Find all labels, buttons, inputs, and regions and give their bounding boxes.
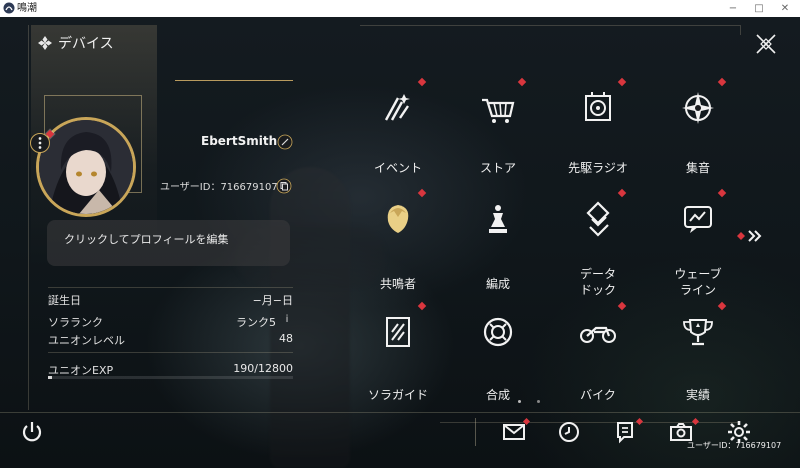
menu-item-label: データ ドック [579,267,616,297]
edit-profile-label: クリックしてプロフィールを編集 [64,233,229,246]
menu-item-bike[interactable]: バイク [550,301,646,411]
synthesis-icon [483,317,513,347]
menu-item-echo[interactable]: 集音 [650,77,746,187]
cart-icon [482,98,515,123]
notification-dot [417,77,427,87]
compass-icon [682,92,714,124]
stats-divider [48,287,293,288]
data-dock-icon [586,201,610,237]
notification-dot [517,77,527,87]
menu-item-label: 編成 [485,277,510,291]
menu-item-sola-guide[interactable]: ソラガイド [350,301,446,411]
window-titlebar: 鳴潮 − □ ✕ [0,0,800,17]
window-title: 鳴潮 [17,3,37,14]
page-dot-active [518,400,521,403]
menu-item-waveline[interactable]: ウェーブ ライン [650,188,746,298]
guide-icon [386,317,410,347]
menu-item-data-dock[interactable]: データ ドック [550,188,646,298]
notification-dot [717,188,727,198]
name-divider [175,80,293,81]
bottom-separator [475,418,476,446]
frame-line-top [360,25,740,26]
notification-dot [617,301,627,311]
union-exp-bar [48,376,293,379]
menu-item-label: 共鳴者 [379,277,416,291]
menu-item-label: 集音 [685,161,710,175]
notification-dot [617,188,627,198]
device-screen: デバイス EbertSmith ユーザーID：716679107 クリックしてプ… [0,17,800,468]
frame-line-left [28,25,29,410]
page-header: デバイス [38,33,114,53]
waveline-icon [684,206,712,233]
menu-item-synthesis[interactable]: 合成 [450,307,546,411]
menu-item-label: ストア [479,161,516,175]
menu-item-team[interactable]: 編成 [450,194,546,298]
app-logo-icon [3,2,15,14]
notification-dot [417,188,427,198]
menu-item-label: ウェーブ ライン [674,267,722,297]
clock-icon[interactable] [556,419,582,445]
radio-icon [585,92,611,121]
edit-name-icon[interactable] [277,134,293,150]
maximize-button[interactable]: □ [746,0,772,17]
more-options-icon[interactable] [30,133,50,153]
mail-icon[interactable] [501,419,527,445]
sola-rank-value: ランク5 [236,316,276,329]
exp-divider [48,352,293,353]
info-icon[interactable]: i [280,313,294,327]
menu-item-label: 先駆ラジオ [568,161,628,175]
bottom-user-id: ユーザーID：716679107 [687,441,782,450]
user-id: ユーザーID：716679107 [160,182,278,193]
frame-line-corner [740,25,741,35]
resonator-icon [387,205,409,233]
notification-dot [617,77,627,87]
page-dot [537,400,540,403]
bottom-bar-divider [0,412,800,413]
notification-dot [717,77,727,87]
menu-item-label: 実績 [685,388,710,402]
edit-profile-button[interactable]: クリックしてプロフィールを編集 [47,220,290,266]
sola-rank-label: ソラランク [48,316,103,329]
username: EbertSmith [201,134,278,148]
chess-icon [489,205,507,233]
copy-id-icon[interactable] [276,178,292,194]
menu-item-label: イベント [373,161,422,175]
trophy-icon [683,319,713,346]
menu-item-label: ソラガイド [367,388,428,402]
next-page-icon[interactable] [737,228,765,244]
close-window-button[interactable]: ✕ [772,0,798,17]
menu-item-radio[interactable]: 先駆ラジオ [550,77,646,187]
union-exp-value: 190/12800 [233,362,293,375]
notification-dot [717,301,727,311]
birthday-label: 誕生日 [48,294,81,307]
event-icon [384,94,410,121]
union-level-label: ユニオンレベル [48,334,125,347]
menu-item-event[interactable]: イベント [350,77,446,187]
minimize-button[interactable]: − [720,0,746,17]
menu-item-label: バイク [580,388,616,402]
union-exp-bar-fill [48,376,52,379]
diamond-cluster-icon [38,36,52,50]
bike-icon [580,326,616,343]
notification-dot [417,301,427,311]
menu-item-store[interactable]: ストア [450,77,546,187]
menu-item-label: 合成 [485,388,510,402]
union-level-value: 48 [279,332,293,345]
notice-icon[interactable] [612,419,638,445]
menu-item-achievements[interactable]: 実績 [650,301,746,411]
page-title: デバイス [58,36,114,52]
power-icon[interactable] [20,420,44,444]
birthday-value: −月−日 [252,294,293,307]
menu-item-resonators[interactable]: 共鳴者 [350,188,446,298]
close-icon[interactable] [755,33,777,55]
